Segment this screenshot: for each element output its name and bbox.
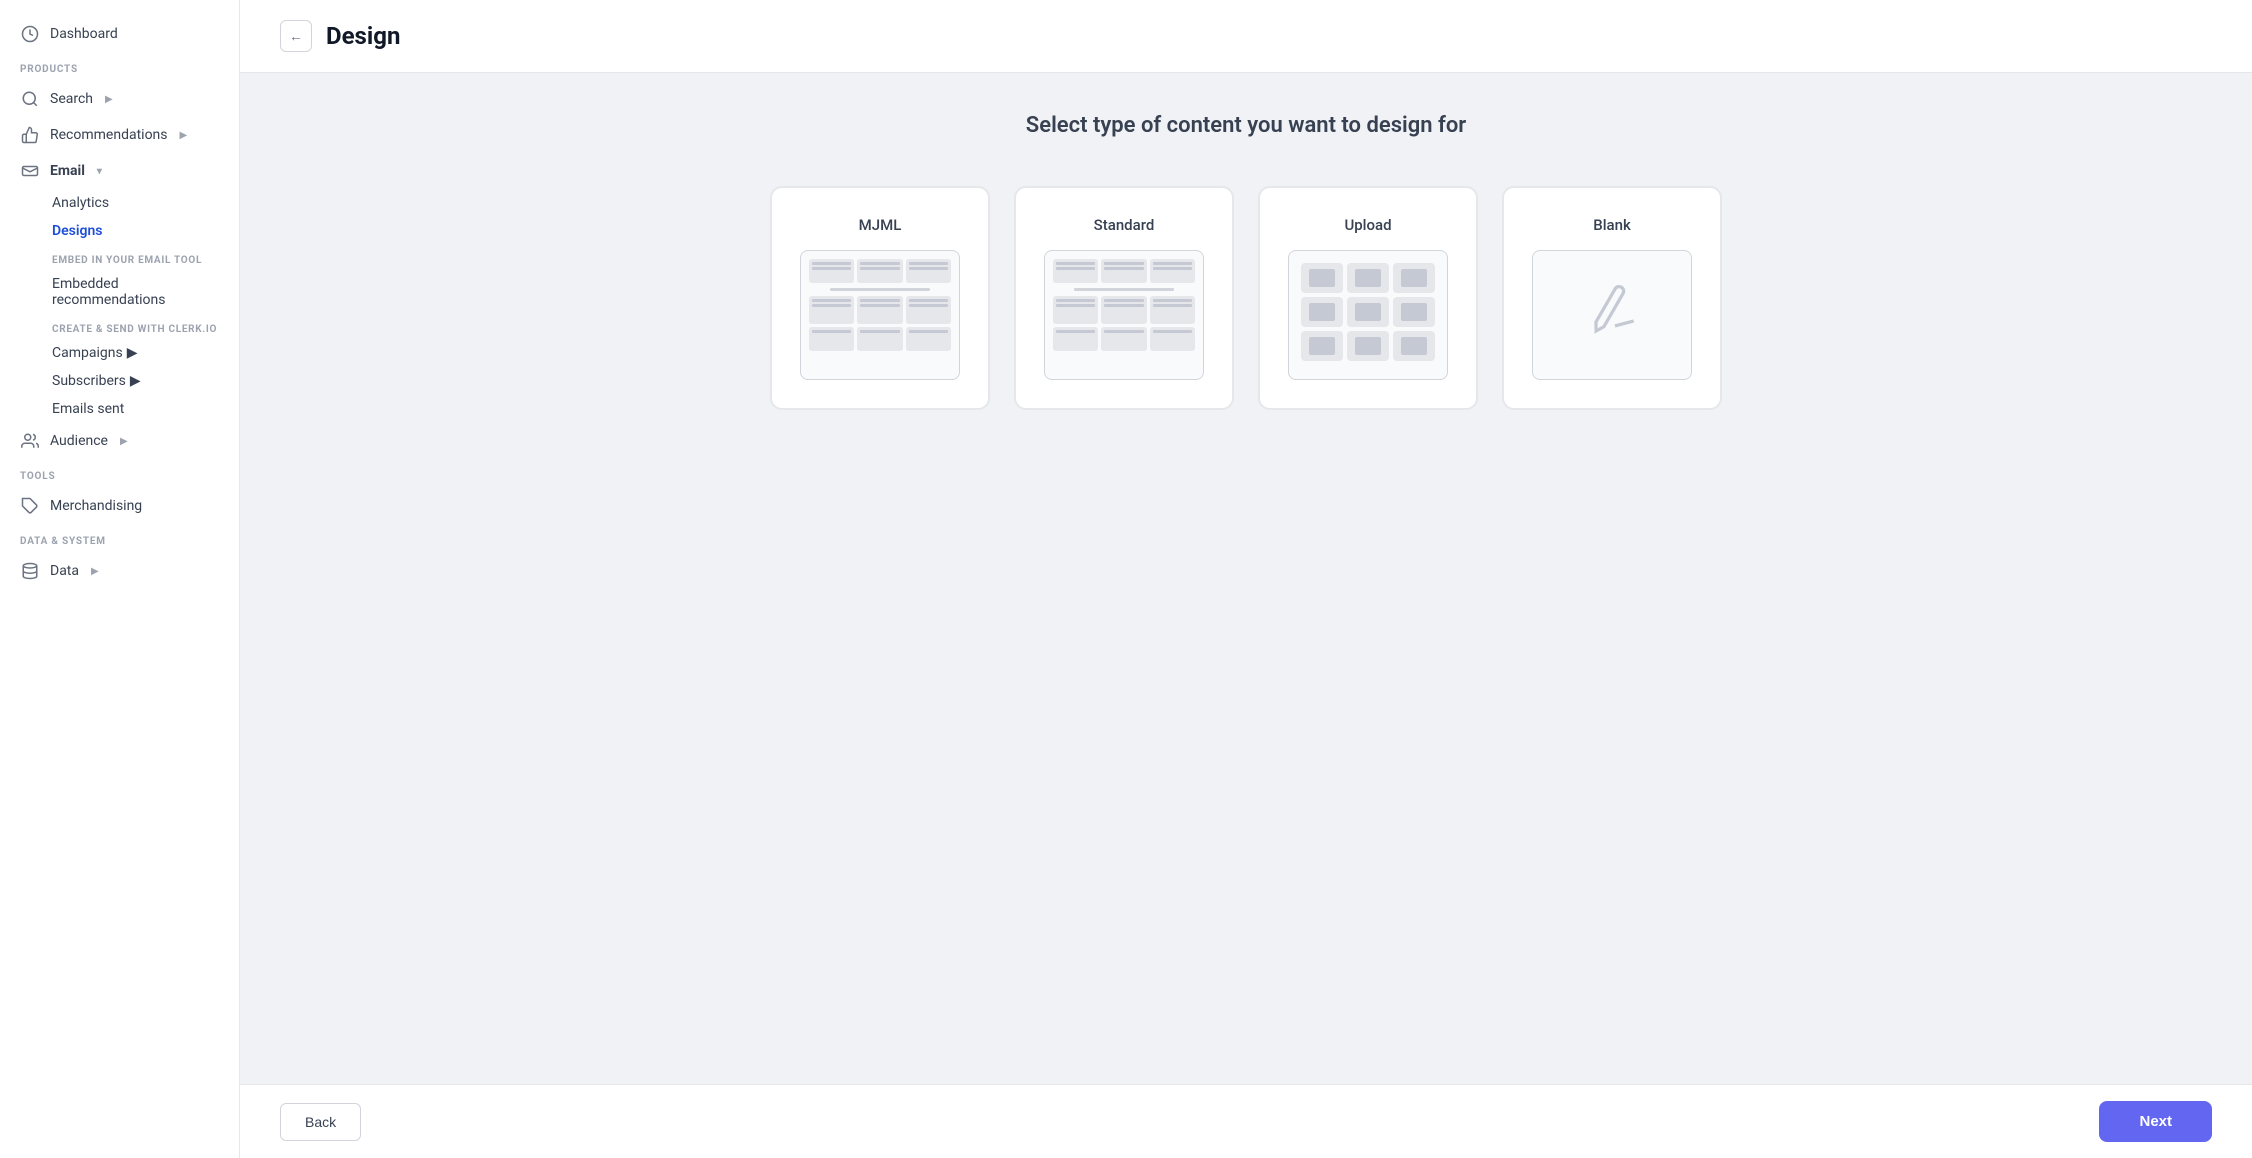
- card-standard[interactable]: Standard: [1014, 186, 1234, 410]
- search-chevron: ▶: [105, 94, 113, 105]
- sidebar-item-data[interactable]: Data ▶: [0, 553, 239, 589]
- campaigns-label: Campaigns: [52, 345, 123, 361]
- sidebar-sub-campaigns[interactable]: Campaigns ▶: [0, 339, 239, 367]
- embedded-recommendations-label: Embedded recommendations: [52, 276, 219, 308]
- tag-icon: [20, 496, 40, 516]
- back-button[interactable]: Back: [280, 1103, 361, 1141]
- section-data-system: DATA & SYSTEM: [0, 524, 239, 553]
- recommendations-chevron: ▶: [180, 130, 188, 141]
- recommendations-label: Recommendations: [50, 127, 168, 143]
- sidebar-item-recommendations[interactable]: Recommendations ▶: [0, 117, 239, 153]
- sidebar-sub-analytics[interactable]: Analytics: [0, 189, 239, 217]
- page-footer: Back Next: [240, 1084, 2252, 1158]
- campaigns-chevron: ▶: [127, 345, 138, 361]
- card-standard-visual: [1044, 250, 1204, 380]
- card-standard-label: Standard: [1094, 216, 1155, 234]
- content-area: Select type of content you want to desig…: [240, 73, 2252, 1084]
- data-chevron: ▶: [91, 566, 99, 577]
- subscribers-chevron: ▶: [130, 373, 141, 389]
- sidebar-item-search[interactable]: Search ▶: [0, 81, 239, 117]
- card-mjml[interactable]: MJML: [770, 186, 990, 410]
- sidebar-item-email[interactable]: Email ▾: [0, 153, 239, 189]
- card-mjml-visual: [800, 250, 960, 380]
- sidebar: Dashboard PRODUCTS Search ▶ Recommendati…: [0, 0, 240, 1158]
- header-back-button[interactable]: ←: [280, 20, 312, 52]
- create-send-section-label: CREATE & SEND WITH CLERK.IO: [0, 314, 239, 339]
- card-upload-label: Upload: [1344, 216, 1391, 234]
- pencil-icon: [1579, 277, 1646, 352]
- sidebar-item-audience[interactable]: Audience ▶: [0, 423, 239, 459]
- search-icon: [20, 89, 40, 109]
- audience-icon: [20, 431, 40, 451]
- search-label: Search: [50, 91, 93, 107]
- email-icon: [20, 161, 40, 181]
- sidebar-item-merchandising[interactable]: Merchandising: [0, 488, 239, 524]
- thumbsup-icon: [20, 125, 40, 145]
- section-tools: TOOLS: [0, 459, 239, 488]
- card-mjml-label: MJML: [859, 216, 902, 234]
- merchandising-label: Merchandising: [50, 498, 142, 514]
- emails-sent-label: Emails sent: [52, 401, 124, 417]
- main-content: ← Design Select type of content you want…: [240, 0, 2252, 1158]
- sidebar-sub-designs[interactable]: Designs: [0, 217, 239, 245]
- data-label: Data: [50, 563, 79, 579]
- section-products: PRODUCTS: [0, 52, 239, 81]
- page-title: Design: [326, 22, 400, 50]
- card-blank-label: Blank: [1593, 216, 1631, 234]
- audience-chevron: ▶: [120, 436, 128, 447]
- card-blank-visual: [1532, 250, 1692, 380]
- dashboard-icon: [20, 24, 40, 44]
- analytics-label: Analytics: [52, 195, 109, 211]
- card-upload[interactable]: Upload: [1258, 186, 1478, 410]
- card-blank[interactable]: Blank: [1502, 186, 1722, 410]
- page-header: ← Design: [240, 0, 2252, 73]
- sidebar-sub-subscribers[interactable]: Subscribers ▶: [0, 367, 239, 395]
- designs-label: Designs: [52, 223, 102, 239]
- back-arrow-icon: ←: [289, 28, 303, 44]
- database-icon: [20, 561, 40, 581]
- content-heading: Select type of content you want to desig…: [1026, 113, 1466, 138]
- dashboard-label: Dashboard: [50, 26, 118, 42]
- sidebar-sub-embedded-recommendations[interactable]: Embedded recommendations: [0, 270, 239, 314]
- audience-label: Audience: [50, 433, 108, 449]
- embed-section-label: EMBED IN YOUR EMAIL TOOL: [0, 245, 239, 270]
- design-cards-row: MJML: [770, 186, 1722, 410]
- next-button[interactable]: Next: [2099, 1101, 2212, 1142]
- email-label: Email: [50, 163, 85, 179]
- subscribers-label: Subscribers: [52, 373, 126, 389]
- sidebar-sub-emails-sent[interactable]: Emails sent: [0, 395, 239, 423]
- sidebar-dashboard[interactable]: Dashboard: [0, 16, 239, 52]
- email-chevron: ▾: [97, 166, 102, 177]
- card-upload-visual: [1288, 250, 1448, 380]
